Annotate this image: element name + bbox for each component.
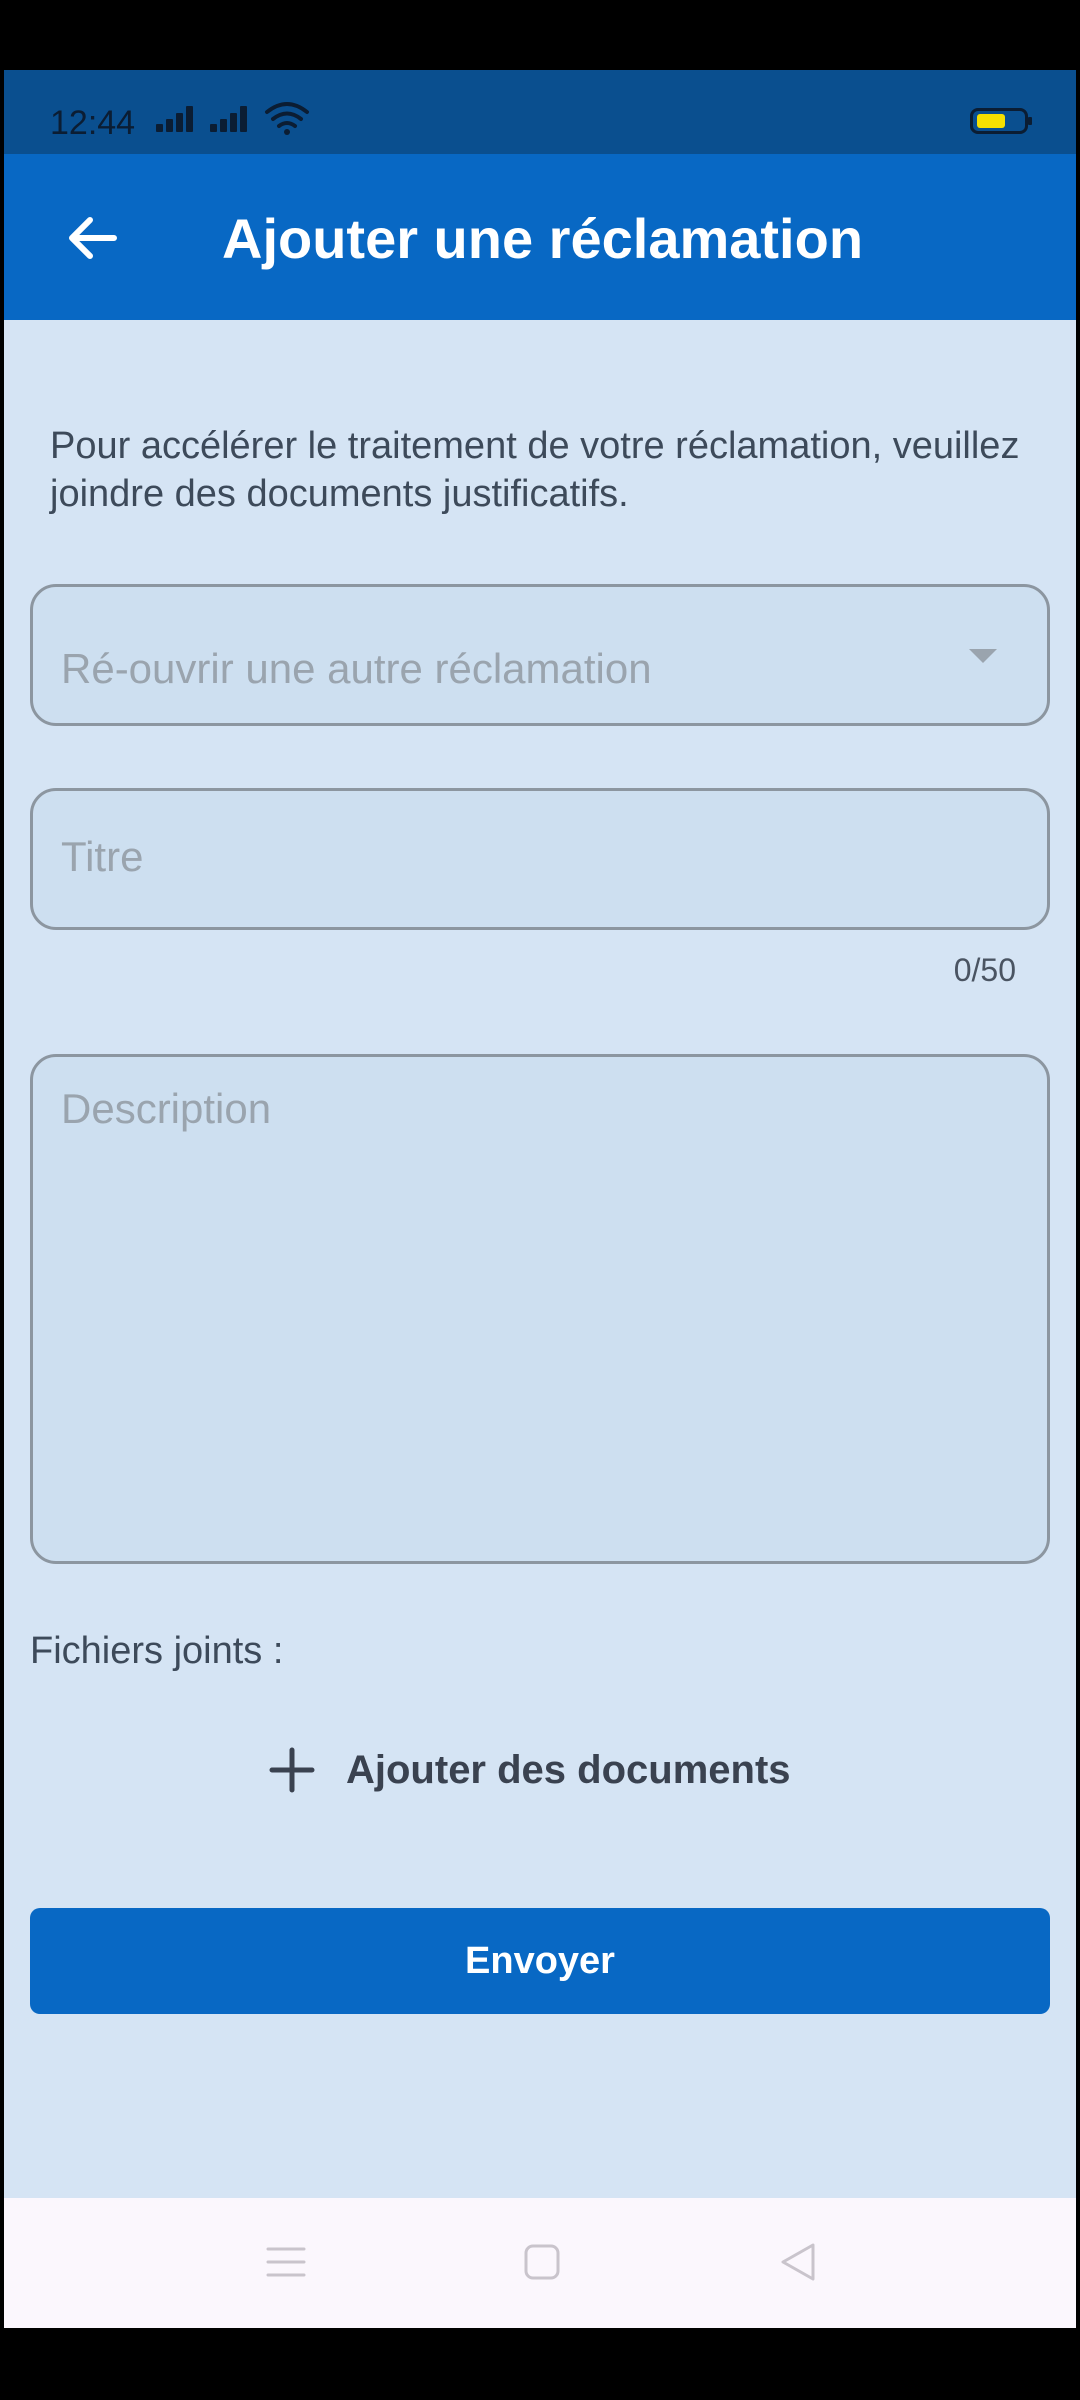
arrow-left-icon <box>69 217 117 259</box>
description-input[interactable]: Description <box>30 1054 1050 1564</box>
description-placeholder: Description <box>61 1085 272 1132</box>
plus-icon <box>269 1747 315 1793</box>
title-char-counter: 0/50 <box>953 952 1016 988</box>
home-square-icon <box>524 2244 560 2280</box>
bottom-bezel <box>0 2328 1080 2400</box>
back-triangle-icon <box>781 2243 815 2281</box>
reopen-claim-placeholder: Ré-ouvrir une autre réclamation <box>61 645 652 692</box>
wifi-icon <box>265 102 309 135</box>
menu-icon <box>266 2247 306 2277</box>
signal-icon <box>156 106 200 132</box>
reopen-claim-select[interactable]: Ré-ouvrir une autre réclamation <box>30 584 1050 726</box>
send-button[interactable]: Envoyer <box>30 1908 1050 2014</box>
screen: 12:44 Ajouter une réclamation Pour accél… <box>4 70 1076 2328</box>
system-nav-bar <box>4 2198 1076 2328</box>
title-placeholder: Titre <box>61 833 144 880</box>
menu-nav-button[interactable] <box>250 2226 322 2298</box>
battery-fill <box>977 114 1005 128</box>
send-button-label: Envoyer <box>465 1939 615 1982</box>
app-bar: Ajouter une réclamation <box>4 154 1076 320</box>
top-bezel <box>0 0 1080 70</box>
home-nav-button[interactable] <box>506 2226 578 2298</box>
status-time: 12:44 <box>50 104 136 142</box>
attachments-label: Fichiers joints : <box>30 1630 284 1672</box>
back-nav-button[interactable] <box>762 2226 834 2298</box>
page-title: Ajouter une réclamation <box>222 207 864 270</box>
signal-icon-2 <box>210 106 254 132</box>
add-documents-button[interactable]: Ajouter des documents <box>268 1730 828 1810</box>
intro-text: Pour accélérer le traitement de votre ré… <box>50 425 1020 515</box>
title-input[interactable]: Titre <box>30 788 1050 930</box>
back-button[interactable] <box>44 190 140 286</box>
add-documents-label: Ajouter des documents <box>346 1747 791 1792</box>
status-bar: 12:44 <box>4 70 1076 154</box>
caret-down-icon <box>969 649 997 663</box>
battery-icon <box>970 108 1032 134</box>
